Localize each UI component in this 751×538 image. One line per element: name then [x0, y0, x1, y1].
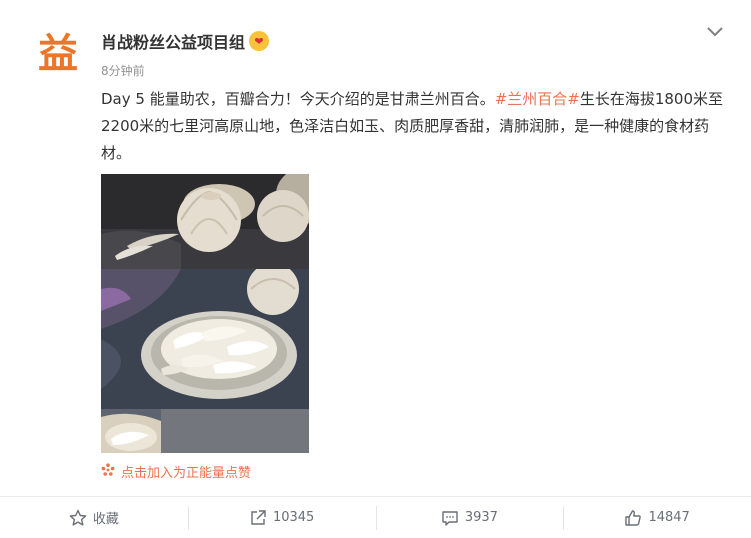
- comment-button[interactable]: 3937: [375, 497, 564, 538]
- like-button[interactable]: 14847: [563, 497, 751, 538]
- avatar[interactable]: 益: [32, 28, 84, 80]
- post-text-intro: Day 5 能量助农，百瓣合力！今天介绍的是甘肃兰州百合。: [101, 90, 495, 108]
- username[interactable]: 肖战粉丝公益项目组: [101, 29, 245, 53]
- energy-like-label: 点击加入为正能量点赞: [121, 466, 252, 481]
- hashtag-link[interactable]: #兰州百合#: [495, 90, 580, 108]
- post-image-strip[interactable]: [101, 174, 309, 453]
- sparkle-icon: [101, 462, 115, 481]
- energy-like-row[interactable]: 点击加入为正能量点赞: [101, 462, 251, 481]
- weibo-post-card: 益 肖战粉丝公益项目组 ❤ 8分钟前 Day 5 能量助农，百瓣合力！今天介绍的…: [0, 0, 751, 538]
- favorite-button[interactable]: 收藏: [0, 497, 188, 538]
- favorite-label: 收藏: [92, 512, 119, 527]
- post-text: Day 5 能量助农，百瓣合力！今天介绍的是甘肃兰州百合。#兰州百合#生长在海拔…: [101, 86, 729, 167]
- more-options-chevron-down-icon[interactable]: [703, 20, 727, 44]
- star-icon: [69, 509, 87, 527]
- badge-glyph: ❤: [254, 34, 264, 48]
- thumbs-up-icon: [624, 509, 642, 527]
- lily-bulbs-photo[interactable]: [101, 174, 309, 269]
- share-button[interactable]: 10345: [187, 497, 376, 538]
- lily-dish-photo[interactable]: [101, 409, 309, 453]
- heart-face-emoji-icon: ❤: [249, 31, 270, 51]
- comment-count: 3937: [464, 510, 498, 525]
- action-bar: 收藏 10345 3937 14847: [0, 496, 751, 538]
- post-timestamp[interactable]: 8分钟前: [101, 62, 145, 79]
- avatar-glyph: 益: [38, 30, 78, 77]
- share-count: 10345: [272, 510, 315, 525]
- lily-petals-plate-photo[interactable]: [101, 269, 309, 409]
- username-row: 肖战粉丝公益项目组 ❤: [101, 29, 270, 53]
- like-count: 14847: [648, 510, 690, 525]
- share-icon: [249, 509, 267, 527]
- comment-icon: [441, 509, 459, 527]
